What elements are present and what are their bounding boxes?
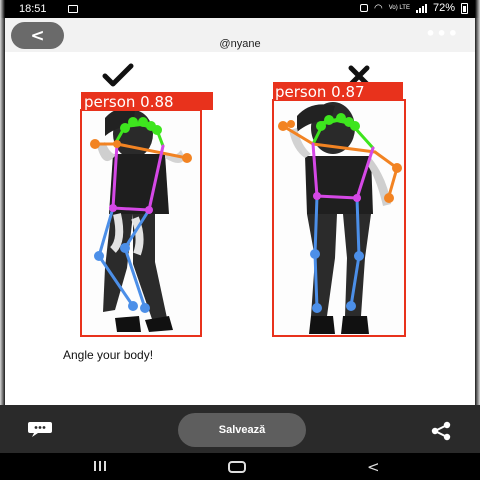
status-icons: ◠ Vo) LTE 72% — [360, 2, 468, 14]
pin-caption: Angle your body! — [63, 348, 154, 362]
detection-label-right: person 0.87 — [275, 83, 365, 101]
recent-apps-icon[interactable] — [94, 461, 106, 471]
action-bar: Salvează — [0, 405, 480, 453]
pin-image[interactable]: < ••• @nyane person 0.88 person 0.87 Ang… — [5, 18, 475, 405]
nav-back-icon[interactable]: < — [367, 458, 380, 476]
comment-icon[interactable] — [27, 420, 53, 438]
pose-comparison-figure: person 0.88 person 0.87 — [80, 63, 406, 337]
status-time: 18:51 — [19, 3, 47, 15]
battery-percent: 72% — [432, 2, 455, 14]
check-mark-icon — [102, 63, 134, 87]
home-icon[interactable] — [228, 461, 246, 473]
status-bar: 18:51 ◠ Vo) LTE 72% — [0, 0, 480, 18]
detection-label-left: person 0.88 — [84, 93, 174, 111]
save-button[interactable]: Salvează — [178, 413, 306, 447]
share-icon[interactable] — [429, 421, 453, 441]
wifi-icon: ◠ — [374, 2, 383, 14]
volte-icon: Vo) LTE — [388, 5, 410, 11]
screenshot-icon — [360, 4, 368, 12]
signal-icon — [415, 3, 427, 13]
photo-right — [273, 100, 405, 336]
cross-mark-icon — [348, 65, 370, 87]
battery-icon — [461, 2, 468, 14]
system-nav-bar: < — [0, 453, 480, 480]
image-notification-icon — [68, 5, 78, 13]
